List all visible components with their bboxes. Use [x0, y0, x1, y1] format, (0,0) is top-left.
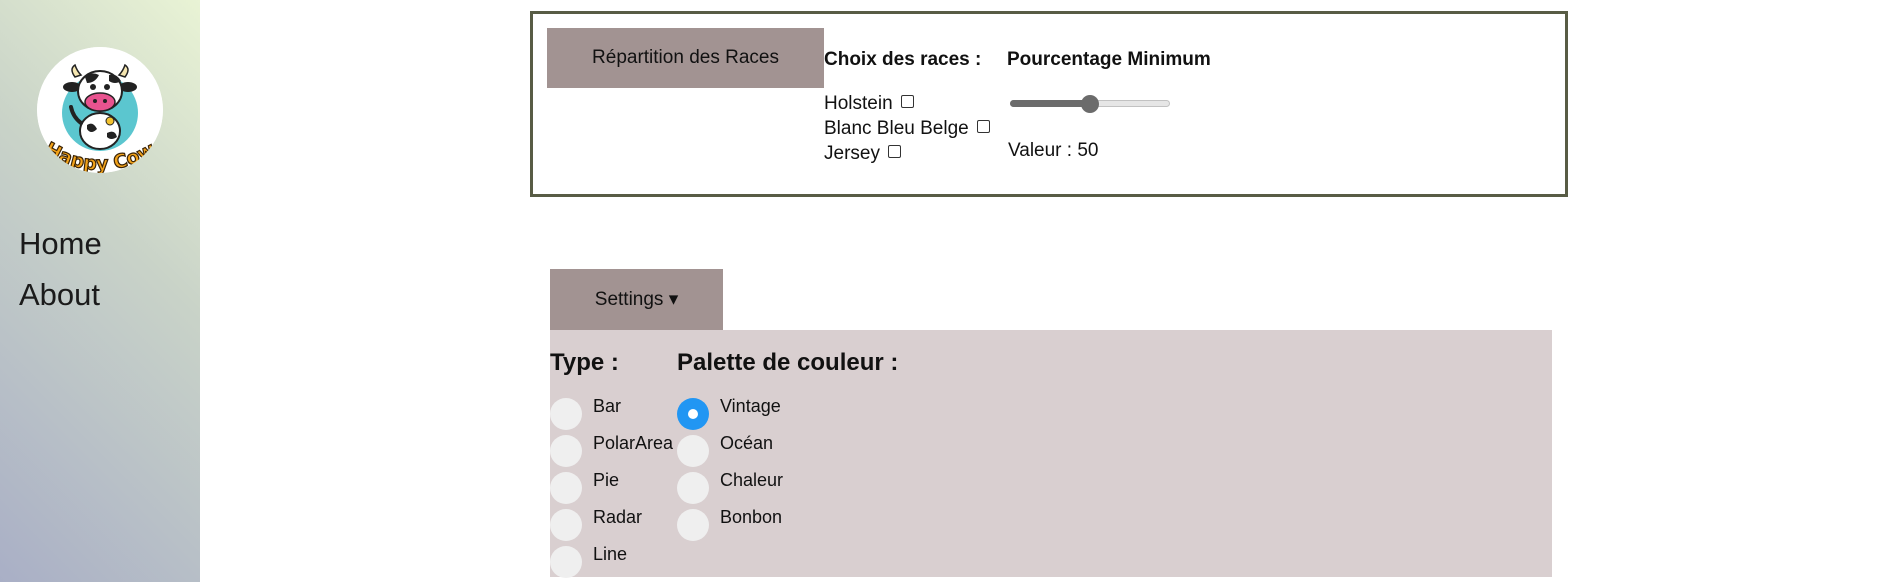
breed-label: Blanc Bleu Belge [824, 118, 969, 139]
option-label: Bar [593, 396, 622, 416]
minimum-percentage-heading: Pourcentage Minimum [1007, 49, 1211, 70]
settings-dropdown-button[interactable]: Settings ▾ [550, 269, 723, 330]
minimum-percentage-slider[interactable] [1010, 95, 1170, 113]
palette-option-chaleur[interactable]: Chaleur [677, 470, 783, 504]
radio-button[interactable] [550, 398, 582, 430]
breed-choice-heading: Choix des races : [824, 49, 982, 70]
breed-checkbox[interactable] [976, 119, 990, 133]
radio-button[interactable] [550, 509, 582, 541]
palette-option-vintage[interactable]: Vintage [677, 396, 781, 430]
chart-type-title: Type : [550, 349, 619, 376]
option-label: Pie [593, 470, 620, 490]
type-option-line[interactable]: Line [550, 544, 627, 578]
radio-button[interactable] [550, 472, 582, 504]
cow-logo-icon: Happy Cow [37, 47, 163, 173]
slider-thumb[interactable] [1081, 95, 1099, 113]
radio-button[interactable] [550, 546, 582, 578]
type-option-pie[interactable]: Pie [550, 470, 619, 504]
type-option-polararea[interactable]: PolarArea [550, 433, 673, 467]
breed-option-blanc-bleu-belge[interactable]: Blanc Bleu Belge [824, 118, 990, 140]
breed-label: Holstein [824, 93, 893, 114]
breed-checkbox[interactable] [887, 144, 901, 158]
radio-button[interactable] [550, 435, 582, 467]
sidebar: Happy Cow Home About [0, 0, 200, 582]
option-label: PolarArea [593, 433, 674, 453]
option-label: Line [593, 544, 628, 564]
breed-option-jersey[interactable]: Jersey [824, 143, 901, 165]
breed-option-holstein[interactable]: Holstein [824, 93, 914, 115]
repartition-races-button[interactable]: Répartition des Races [547, 28, 824, 88]
option-label: Chaleur [720, 470, 784, 490]
type-option-radar[interactable]: Radar [550, 507, 642, 541]
nav-about-link[interactable]: About [19, 277, 100, 313]
radio-button[interactable] [677, 435, 709, 467]
option-label: Océan [720, 433, 774, 453]
color-palette-title: Palette de couleur : [677, 349, 899, 376]
slider-fill [1010, 100, 1090, 107]
type-option-bar[interactable]: Bar [550, 396, 621, 430]
breed-checkbox[interactable] [900, 94, 914, 108]
slider-value-text: Valeur : 50 [1008, 140, 1099, 161]
radio-button[interactable] [677, 509, 709, 541]
palette-option-bonbon[interactable]: Bonbon [677, 507, 782, 541]
nav-home-link[interactable]: Home [19, 226, 102, 262]
option-label: Vintage [720, 396, 781, 416]
option-label: Bonbon [720, 507, 783, 527]
breed-label: Jersey [824, 143, 880, 164]
option-label: Radar [593, 507, 643, 527]
palette-option-ocean[interactable]: Océan [677, 433, 773, 467]
happy-cow-logo[interactable]: Happy Cow [37, 47, 163, 173]
radio-button-selected[interactable] [677, 398, 709, 430]
radio-button[interactable] [677, 472, 709, 504]
